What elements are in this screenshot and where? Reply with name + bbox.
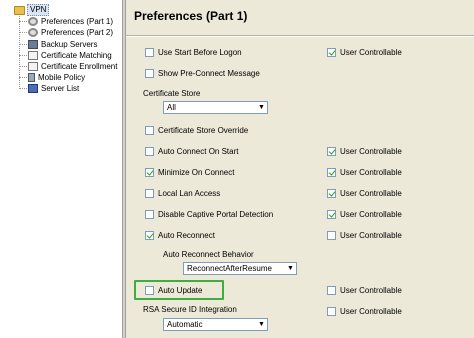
user-controllable-checkbox[interactable]	[327, 48, 336, 57]
folder-icon	[14, 5, 25, 15]
list-icon	[28, 84, 38, 93]
tree-item-label: Preferences (Part 1)	[41, 17, 114, 26]
show-pre-connect-checkbox[interactable]	[145, 69, 154, 78]
certificate-store-select[interactable]: All ▼	[163, 101, 268, 114]
rsa-integration-select[interactable]: Automatic ▼	[163, 318, 268, 331]
user-controllable-checkbox[interactable]	[327, 307, 336, 316]
minimize-on-connect-label: Minimize On Connect	[158, 168, 235, 177]
user-controllable-label: User Controllable	[340, 231, 402, 240]
chevron-down-icon[interactable]: ▼	[256, 102, 267, 113]
use-start-before-logon-user-controllable[interactable]: User Controllable	[327, 46, 402, 59]
server-icon	[28, 40, 38, 49]
auto-reconnect-behavior-select[interactable]: ReconnectAfterResume ▼	[183, 262, 297, 275]
local-lan-access-user-controllable[interactable]: User Controllable	[327, 187, 402, 200]
auto-reconnect-option[interactable]: Auto Reconnect	[145, 229, 215, 242]
gear-icon	[28, 17, 38, 26]
user-controllable-checkbox[interactable]	[327, 210, 336, 219]
minimize-on-connect-option[interactable]: Minimize On Connect	[145, 166, 234, 179]
tree-item-certificate-matching[interactable]: Certificate Matching	[19, 50, 112, 61]
minimize-on-connect-user-controllable[interactable]: User Controllable	[327, 166, 402, 179]
use-start-before-logon-label: Use Start Before Logon	[158, 48, 242, 57]
disable-captive-portal-user-controllable[interactable]: User Controllable	[327, 208, 402, 221]
local-lan-access-label: Local Lan Access	[158, 189, 221, 198]
rsa-integration-label: RSA Secure ID Integration	[143, 305, 237, 314]
user-controllable-checkbox[interactable]	[327, 189, 336, 198]
auto-reconnect-behavior-value: ReconnectAfterResume	[187, 264, 272, 273]
auto-reconnect-checkbox[interactable]	[145, 231, 154, 240]
auto-update-checkbox[interactable]	[145, 286, 154, 295]
disable-captive-portal-label: Disable Captive Portal Detection	[158, 210, 274, 219]
chevron-down-icon[interactable]: ▼	[256, 319, 267, 330]
title-divider	[126, 36, 474, 37]
tree-item-backup-servers[interactable]: Backup Servers	[19, 39, 97, 50]
tree-item-label: Preferences (Part 2)	[41, 28, 114, 37]
user-controllable-label: User Controllable	[340, 286, 402, 295]
auto-update-user-controllable[interactable]: User Controllable	[327, 284, 402, 297]
rsa-integration-value: Automatic	[167, 320, 203, 329]
minimize-on-connect-checkbox[interactable]	[145, 168, 154, 177]
show-pre-connect-option[interactable]: Show Pre-Connect Message	[145, 67, 260, 80]
auto-connect-user-controllable[interactable]: User Controllable	[327, 145, 402, 158]
certificate-store-value: All	[167, 103, 176, 112]
tree-item-label: Server List	[41, 84, 80, 93]
local-lan-access-option[interactable]: Local Lan Access	[145, 187, 220, 200]
certificate-icon	[28, 51, 38, 60]
tree-item-certificate-enrollment[interactable]: Certificate Enrollment	[19, 61, 117, 72]
user-controllable-label: User Controllable	[340, 48, 402, 57]
page-title: Preferences (Part 1)	[134, 9, 248, 23]
rsa-integration-user-controllable[interactable]: User Controllable	[327, 305, 402, 318]
user-controllable-checkbox[interactable]	[327, 231, 336, 240]
auto-reconnect-behavior-label: Auto Reconnect Behavior	[163, 250, 254, 259]
user-controllable-checkbox[interactable]	[327, 147, 336, 156]
tree-item-preferences-part-1[interactable]: Preferences (Part 1)	[19, 16, 113, 27]
navigation-tree: VPN Preferences (Part 1) Preferences (Pa…	[0, 0, 122, 338]
disable-captive-portal-checkbox[interactable]	[145, 210, 154, 219]
tree-item-server-list[interactable]: Server List	[19, 83, 79, 94]
auto-update-label: Auto Update	[158, 286, 203, 295]
user-controllable-checkbox[interactable]	[327, 286, 336, 295]
tree-item-label: Mobile Policy	[38, 73, 86, 82]
tree-root-label: VPN	[27, 4, 50, 16]
certificate-store-label: Certificate Store	[143, 89, 201, 98]
user-controllable-label: User Controllable	[340, 189, 402, 198]
auto-connect-checkbox[interactable]	[145, 147, 154, 156]
chevron-down-icon[interactable]: ▼	[285, 263, 296, 274]
gear-icon	[28, 28, 38, 37]
tree-item-label: Certificate Enrollment	[41, 62, 118, 71]
auto-connect-label: Auto Connect On Start	[158, 147, 239, 156]
tree-root-vpn[interactable]: VPN	[14, 4, 50, 16]
tree-item-mobile-policy[interactable]: Mobile Policy	[19, 72, 85, 83]
user-controllable-checkbox[interactable]	[327, 168, 336, 177]
user-controllable-label: User Controllable	[340, 210, 402, 219]
use-start-before-logon-option[interactable]: Use Start Before Logon	[145, 46, 242, 59]
show-pre-connect-label: Show Pre-Connect Message	[158, 69, 260, 78]
cert-store-override-checkbox[interactable]	[145, 126, 154, 135]
auto-connect-option[interactable]: Auto Connect On Start	[145, 145, 239, 158]
use-start-before-logon-checkbox[interactable]	[145, 48, 154, 57]
auto-update-option[interactable]: Auto Update	[145, 284, 202, 297]
tree-item-label: Certificate Matching	[41, 51, 112, 60]
disable-captive-portal-option[interactable]: Disable Captive Portal Detection	[145, 208, 273, 221]
cert-store-override-option[interactable]: Certificate Store Override	[145, 124, 248, 137]
auto-reconnect-user-controllable[interactable]: User Controllable	[327, 229, 402, 242]
mobile-icon	[28, 73, 35, 82]
cert-store-override-label: Certificate Store Override	[158, 126, 249, 135]
auto-reconnect-label: Auto Reconnect	[158, 231, 215, 240]
tree-item-preferences-part-2[interactable]: Preferences (Part 2)	[19, 27, 113, 38]
user-controllable-label: User Controllable	[340, 147, 402, 156]
certificate-icon	[28, 62, 38, 71]
tree-item-label: Backup Servers	[41, 40, 98, 49]
user-controllable-label: User Controllable	[340, 168, 402, 177]
local-lan-access-checkbox[interactable]	[145, 189, 154, 198]
user-controllable-label: User Controllable	[340, 307, 402, 316]
